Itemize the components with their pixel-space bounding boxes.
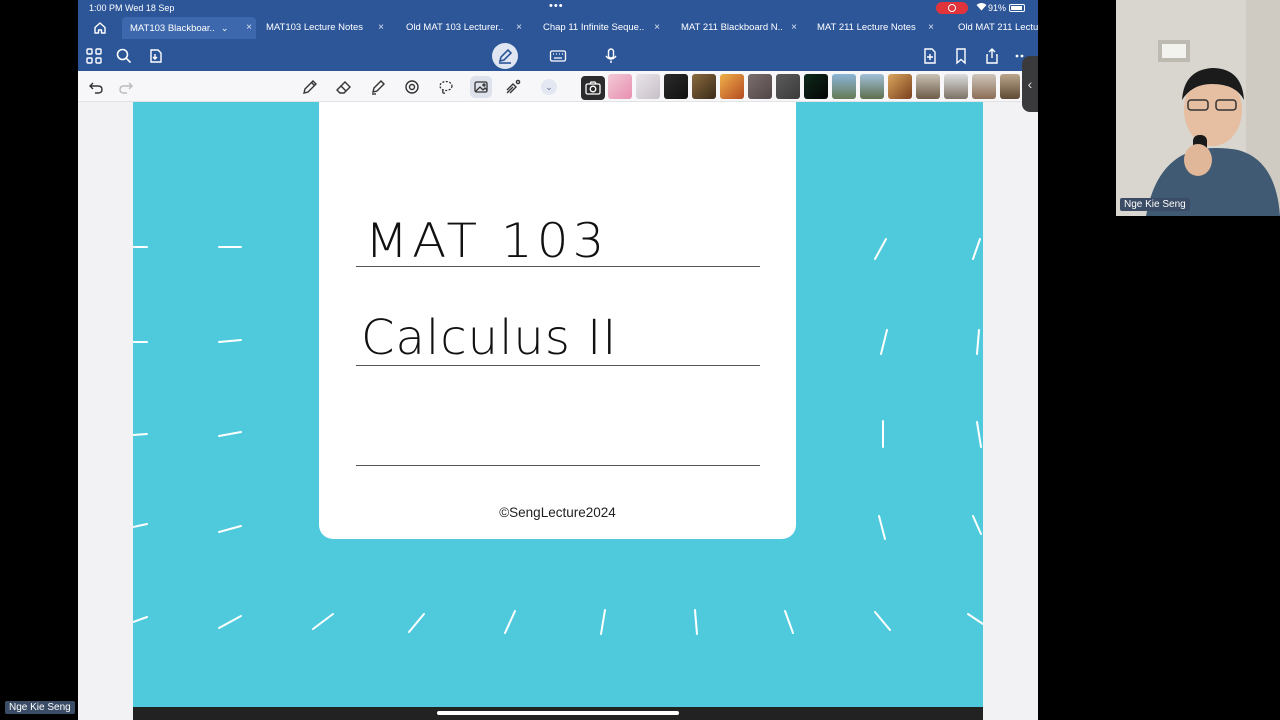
subtitle-underline	[356, 365, 760, 366]
tab-label: Old MAT 103 Lecturer..	[406, 22, 504, 33]
tab-label: Old MAT 211 Lecture	[958, 22, 1038, 33]
multitasking-dots-icon[interactable]: •••	[549, 0, 564, 12]
status-time-date: 1:00 PM Wed 18 Sep	[89, 3, 175, 13]
goodnotes-window: 1:00 PM Wed 18 Sep ••• 91% MAT103 Blackb…	[78, 0, 1038, 720]
photo-thumbnail[interactable]	[1000, 74, 1020, 99]
battery-icon	[1009, 4, 1025, 12]
wifi-icon	[976, 2, 987, 14]
photo-thumbnail[interactable]	[692, 74, 716, 99]
eraser-icon[interactable]	[334, 77, 354, 97]
share-icon[interactable]	[982, 46, 1002, 66]
photo-thumbnail[interactable]	[720, 74, 744, 99]
photo-thumbnail[interactable]	[944, 74, 968, 99]
home-indicator[interactable]	[437, 711, 679, 715]
course-name-handwriting: Calculus II	[361, 310, 618, 366]
tab-old-mat103-lecturer[interactable]: Old MAT 103 Lecturer.. ×	[398, 17, 526, 39]
close-icon[interactable]: ×	[374, 17, 388, 39]
redo-icon[interactable]	[116, 77, 136, 97]
highlighter-icon[interactable]	[368, 77, 388, 97]
tab-mat211-blackboard[interactable]: MAT 211 Blackboard N.. ×	[673, 17, 801, 39]
chevron-down-icon[interactable]: ⌄	[221, 23, 229, 33]
tab-old-mat211-lecture[interactable]: Old MAT 211 Lecture	[950, 17, 1038, 39]
tab-mat103-blackboard[interactable]: MAT103 Blackboar.. ⌄ ×	[122, 17, 256, 39]
bookmark-icon[interactable]	[951, 46, 971, 66]
pen-mode-button[interactable]	[492, 43, 518, 69]
close-icon[interactable]: ×	[787, 17, 801, 39]
photo-thumbnail[interactable]	[748, 74, 772, 99]
webcam-name-tag: Nge Kie Seng	[1120, 198, 1190, 211]
webcam-video-tile: Nge Kie Seng	[1116, 0, 1280, 216]
tab-label: MAT 211 Blackboard N..	[681, 22, 783, 33]
shape-icon[interactable]	[402, 77, 422, 97]
tab-mat211-lecture-notes[interactable]: MAT 211 Lecture Notes ×	[809, 17, 938, 39]
tab-chap-11-infinite-sequences[interactable]: Chap 11 Infinite Seque.. ×	[535, 17, 664, 39]
keyboard-icon[interactable]	[548, 46, 568, 66]
export-page-icon[interactable]	[146, 46, 166, 66]
photo-thumbnail[interactable]	[888, 74, 912, 99]
copyright-text: ©SengLecture2024	[499, 505, 616, 520]
course-code-handwriting: MAT 103	[365, 213, 609, 269]
tab-label: Chap 11 Infinite Seque..	[543, 22, 645, 33]
photo-thumbnail[interactable]	[860, 74, 884, 99]
blank-underline	[356, 465, 760, 466]
title-underline	[356, 266, 760, 267]
close-icon[interactable]: ×	[650, 17, 664, 39]
participant-name-tag: Nge Kie Seng	[5, 701, 75, 714]
image-icon[interactable]	[471, 77, 491, 97]
camera-icon[interactable]	[581, 76, 605, 100]
tab-label: MAT103 Blackboar..	[130, 23, 215, 34]
tab-label: MAT103 Lecture Notes	[266, 22, 363, 33]
photo-thumbnail[interactable]	[916, 74, 940, 99]
photo-thumbnail[interactable]	[804, 74, 828, 99]
microphone-icon[interactable]	[601, 46, 621, 66]
title-card: MAT 103 Calculus II ©SengLecture2024	[319, 102, 796, 539]
search-icon[interactable]	[114, 46, 134, 66]
laser-icon[interactable]	[503, 77, 523, 97]
tab-mat103-lecture-notes[interactable]: MAT103 Lecture Notes ×	[258, 17, 388, 39]
home-icon[interactable]	[92, 20, 108, 36]
photo-thumbnail[interactable]	[664, 74, 688, 99]
photo-thumbnail[interactable]	[776, 74, 800, 99]
add-page-icon[interactable]	[920, 46, 940, 66]
battery-percentage: 91%	[988, 3, 1007, 13]
main-toolbar	[78, 40, 1038, 71]
close-icon[interactable]: ×	[924, 17, 938, 39]
grid-icon[interactable]	[84, 46, 104, 66]
photo-thumbnail[interactable]	[832, 74, 856, 99]
close-icon[interactable]: ×	[512, 17, 526, 39]
pen-icon[interactable]	[300, 77, 320, 97]
side-panel-handle[interactable]: ‹	[1022, 56, 1038, 112]
tab-label: MAT 211 Lecture Notes	[817, 22, 916, 33]
undo-icon[interactable]	[86, 77, 106, 97]
photo-thumbnail[interactable]	[972, 74, 996, 99]
close-icon[interactable]: ×	[242, 17, 256, 39]
chevron-down-icon[interactable]: ⌄	[541, 79, 557, 95]
tab-bar: MAT103 Blackboar.. ⌄ × MAT103 Lecture Not…	[78, 16, 1038, 40]
photo-thumbnail[interactable]	[608, 74, 632, 99]
recording-indicator-icon	[936, 2, 968, 14]
photo-thumbnail[interactable]	[636, 74, 660, 99]
lasso-icon[interactable]	[436, 77, 456, 97]
speaker-video-frame	[1116, 0, 1280, 216]
screen: 1:00 PM Wed 18 Sep ••• 91% MAT103 Blackb…	[0, 0, 1280, 720]
status-bar: 1:00 PM Wed 18 Sep ••• 91%	[78, 0, 1038, 16]
